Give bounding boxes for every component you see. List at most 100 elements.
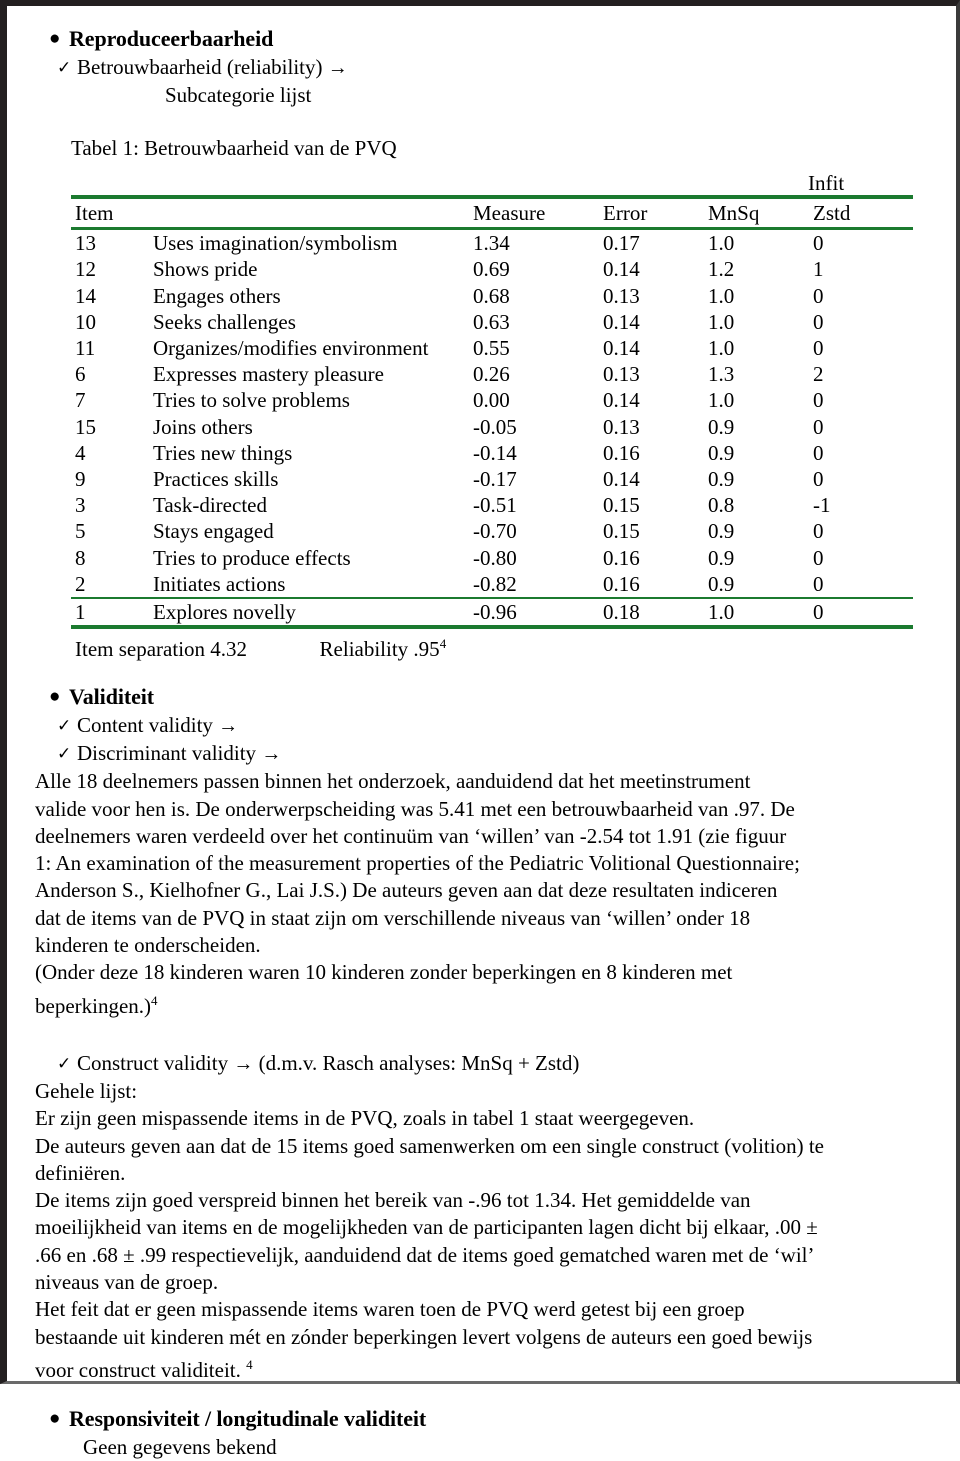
table-header-row: Item Measure Error MnSq Zstd <box>71 195 913 229</box>
cell-error: 0.14 <box>603 467 640 492</box>
cell-zstd: 0 <box>813 309 824 334</box>
bullet-icon: ● <box>49 1408 61 1430</box>
cell-measure: 1.34 <box>473 227 603 257</box>
cell-error: 0.16 <box>603 440 640 465</box>
construct-validity-method: (d.m.v. Rasch analyses: MnSq + Zstd) <box>258 1050 580 1075</box>
table-row: 6 Expresses mastery pleasure 0.26 0.13 1… <box>71 361 913 387</box>
cell-zstd: 0 <box>813 571 824 596</box>
cell-error: 0.16 <box>603 545 640 570</box>
bullet-icon: ● <box>49 28 61 49</box>
cell-zstd: 0 <box>813 597 913 628</box>
construct-paragraph-1: Er zijn geen mispassende items in de PVQ… <box>35 1106 695 1131</box>
cell-name: Tries to solve problems <box>153 388 350 413</box>
col-header-item: Item <box>71 195 153 229</box>
cell-name: Initiates actions <box>153 571 286 596</box>
check-icon: ✓ <box>57 716 72 736</box>
table-group-header-infit: Infit <box>808 171 845 195</box>
cell-name: Organizes/modifies environment <box>153 336 429 361</box>
construct-paragraph-4: Het feit dat er geen mispassende items w… <box>35 1296 825 1384</box>
subcategorie-lijst-label: Subcategorie lijst <box>165 83 312 107</box>
cell-error: 0.15 <box>603 519 640 544</box>
check-icon: ✓ <box>57 744 72 764</box>
bottom-rule <box>473 625 603 632</box>
cell-item: 13 <box>71 227 153 257</box>
cell-measure: 0.00 <box>473 388 510 413</box>
cell-measure: 0.63 <box>473 309 510 334</box>
cell-error: 0.15 <box>603 493 640 518</box>
bottom-rule <box>153 625 473 632</box>
table-row: 8 Tries to produce effects -0.80 0.16 0.… <box>71 545 913 571</box>
cell-measure: 0.55 <box>473 336 510 361</box>
col-header-blank <box>153 195 473 229</box>
table-footer-footnote: 4 <box>439 636 447 652</box>
check-icon: ✓ <box>57 1053 72 1073</box>
cell-mnsq: 0.9 <box>708 519 735 544</box>
cell-error: 0.14 <box>603 388 640 413</box>
bottom-rule <box>603 625 708 632</box>
cell-measure: -0.82 <box>473 571 517 596</box>
cell-mnsq: 1.2 <box>708 257 735 282</box>
validiteit-paragraph-2-text: (Onder deze 18 kinderen waren 10 kindere… <box>35 960 733 1018</box>
section-responsiviteit-heading: ● Responsiviteit / longitudinale validit… <box>35 1404 946 1434</box>
cell-item: 2 <box>75 571 86 596</box>
construct-paragraph-2: De auteurs geven aan dat de 15 items goe… <box>35 1133 824 1185</box>
cell-mnsq: 0.9 <box>708 467 735 492</box>
cell-item: 1 <box>71 597 153 628</box>
cell-item: 12 <box>75 257 96 282</box>
checklist-label-construct-validity: Construct validity → (d.m.v. Rasch analy… <box>77 1050 579 1078</box>
reliability-table: Item Measure Error MnSq Zstd 13 Uses ima… <box>71 195 913 632</box>
cell-zstd: -1 <box>813 493 831 518</box>
cell-zstd: 0 <box>813 545 824 570</box>
col-header-zstd: Zstd <box>813 195 913 229</box>
section-title-reproduceerbaarheid: Reproduceerbaarheid <box>69 26 274 51</box>
cell-mnsq: 1.0 <box>708 336 735 361</box>
construct-subhead: Gehele lijst: <box>35 1078 138 1103</box>
cell-item: 8 <box>75 545 86 570</box>
table-row: 14 Engages others 0.68 0.13 1.0 0 <box>71 283 913 309</box>
cell-error: 0.13 <box>603 283 640 308</box>
cell-error: 0.17 <box>603 227 708 257</box>
cell-item: 14 <box>75 283 96 308</box>
table-bottom-rule-row <box>71 625 913 632</box>
table-row: 7 Tries to solve problems 0.00 0.14 1.0 … <box>71 387 913 413</box>
checklist-item-content-validity: ✓ Content validity → <box>35 712 946 740</box>
cell-measure: -0.14 <box>473 440 517 465</box>
cell-mnsq: 1.0 <box>708 597 813 628</box>
arrow-right-icon: → <box>327 57 348 79</box>
section-title-validiteit: Validiteit <box>69 684 154 710</box>
table-row: 9 Practices skills -0.17 0.14 0.9 0 <box>71 466 913 492</box>
cell-mnsq: 1.0 <box>708 283 735 308</box>
cell-name: Uses imagination/symbolism <box>153 227 473 257</box>
cell-name: Practices skills <box>153 467 279 492</box>
arrow-right-icon: → <box>218 715 239 738</box>
col-header-error: Error <box>603 195 708 229</box>
cell-name: Seeks challenges <box>153 309 296 334</box>
cell-name: Joins others <box>153 414 253 439</box>
responsiviteit-body: Geen gegevens bekend <box>83 1435 277 1460</box>
cell-mnsq: 0.9 <box>708 571 735 596</box>
cell-mnsq: 0.9 <box>708 440 735 465</box>
table-caption: Tabel 1: Betrouwbaarheid van de PVQ <box>71 136 397 160</box>
cell-mnsq: 0.8 <box>708 493 735 518</box>
cell-item: 7 <box>75 388 86 413</box>
reliability-table-wrapper: Infit Item Measure Error MnSq Zstd 13 Us… <box>71 171 913 662</box>
bottom-rule <box>71 625 153 632</box>
construct-paragraph-3: De items zijn goed verspreid binnen het … <box>35 1188 818 1294</box>
cell-zstd: 0 <box>813 388 824 413</box>
table-row: 3 Task-directed -0.51 0.15 0.8 -1 <box>71 492 913 518</box>
cell-name: Shows pride <box>153 257 258 282</box>
table-row: 10 Seeks challenges 0.63 0.14 1.0 0 <box>71 309 913 335</box>
col-header-measure: Measure <box>473 195 603 229</box>
checklist-label-discriminant-validity: Discriminant validity → <box>77 740 281 768</box>
check-icon: ✓ <box>57 58 72 77</box>
cell-name: Stays engaged <box>153 519 274 544</box>
cell-zstd: 0 <box>813 440 824 465</box>
section-reproduceerbaarheid-heading: ● Reproduceerbaarheid <box>35 24 946 54</box>
table-row: 4 Tries new things -0.14 0.16 0.9 0 <box>71 440 913 466</box>
cell-error: 0.13 <box>603 414 640 439</box>
cell-zstd: 1 <box>813 257 824 282</box>
cell-name: Explores novelly <box>153 597 473 628</box>
cell-name: Engages others <box>153 283 281 308</box>
validiteit-paragraph-1: Alle 18 deelnemers passen binnen het ond… <box>35 769 800 958</box>
cell-name: Tries new things <box>153 440 293 465</box>
